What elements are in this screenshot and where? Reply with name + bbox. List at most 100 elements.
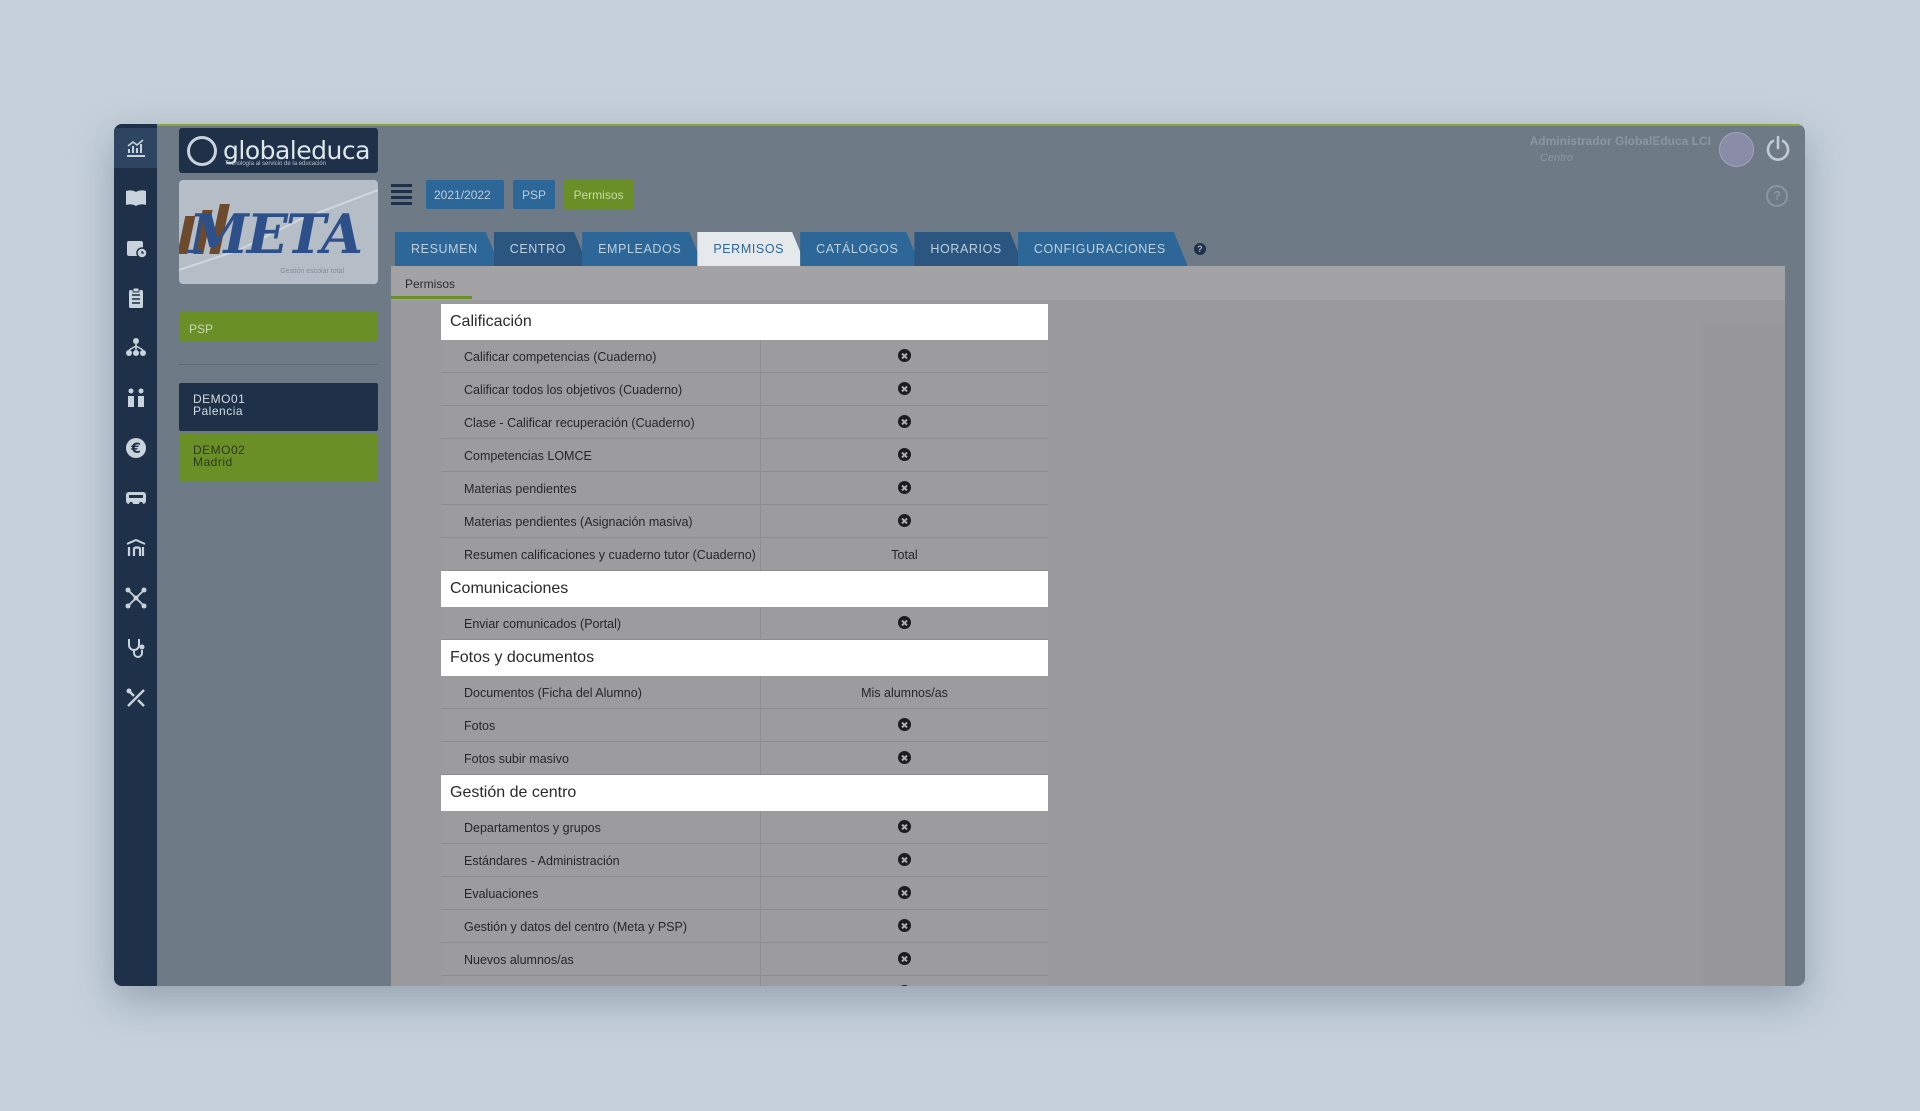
book-icon[interactable] bbox=[114, 178, 157, 218]
icon-rail: € bbox=[114, 124, 157, 986]
euro-icon[interactable]: € bbox=[114, 428, 157, 468]
permission-value-denied[interactable] bbox=[761, 607, 1048, 639]
globaleduca-logo[interactable]: globaleduca Tecnología al servicio de la… bbox=[179, 128, 378, 173]
table-row: Clase - Calificar recuperación (Cuaderno… bbox=[441, 406, 1048, 439]
denied-x-icon bbox=[898, 919, 911, 932]
permission-value-denied[interactable] bbox=[761, 844, 1048, 876]
permissions-table: Calificación Calificar competencias (Cuad… bbox=[441, 304, 1048, 986]
breadcrumb-section[interactable]: Permisos bbox=[563, 180, 634, 209]
brand-tagline: Tecnología al servicio de la educación bbox=[225, 161, 327, 167]
denied-x-icon bbox=[898, 415, 911, 428]
tab-empleados[interactable]: EMPLEADOS bbox=[582, 232, 703, 266]
meta-logo-subtitle: Gestión escolar total bbox=[280, 268, 344, 275]
svg-text:€: € bbox=[130, 441, 141, 457]
power-icon[interactable] bbox=[1763, 134, 1793, 164]
permission-value-denied[interactable] bbox=[761, 877, 1048, 909]
network-icon[interactable] bbox=[114, 578, 157, 618]
permission-value-denied[interactable] bbox=[761, 340, 1048, 372]
app-window: € globaleduca Tecnología al servicio de … bbox=[114, 124, 1805, 986]
permission-value-denied[interactable] bbox=[761, 472, 1048, 504]
top-accent-line bbox=[114, 124, 1805, 126]
denied-x-icon bbox=[898, 985, 911, 986]
denied-x-icon bbox=[898, 616, 911, 629]
bus-icon[interactable] bbox=[114, 478, 157, 518]
table-row: Gestión y datos del centro (Meta y PSP) bbox=[441, 910, 1048, 943]
calendar-icon[interactable] bbox=[114, 228, 157, 268]
tab-resumen[interactable]: RESUMEN bbox=[395, 232, 500, 266]
hierarchy-icon[interactable] bbox=[114, 328, 157, 368]
permission-name: Departamentos y grupos bbox=[441, 811, 761, 843]
stethoscope-icon[interactable] bbox=[114, 628, 157, 668]
tab-centro[interactable]: CENTRO bbox=[494, 232, 588, 266]
permission-value-denied[interactable] bbox=[761, 742, 1048, 774]
denied-x-icon bbox=[898, 751, 911, 764]
breadcrumb-app[interactable]: PSP bbox=[513, 180, 555, 209]
people-icon[interactable] bbox=[114, 378, 157, 418]
meta-product-logo: META Gestión escolar total bbox=[179, 180, 378, 284]
breadcrumb-year[interactable]: 2021/2022 bbox=[426, 180, 504, 209]
table-row: Documentos (Ficha del Alumno) Mis alumnos… bbox=[441, 676, 1048, 709]
dashboard-chart-icon[interactable] bbox=[114, 128, 157, 168]
permission-value-denied[interactable] bbox=[761, 943, 1048, 975]
denied-x-icon bbox=[898, 853, 911, 866]
permission-name: Evaluaciones bbox=[441, 877, 761, 909]
permission-value[interactable]: Mis alumnos/as bbox=[761, 676, 1048, 708]
subtab-active-indicator bbox=[391, 296, 472, 299]
permission-value-denied[interactable] bbox=[761, 373, 1048, 405]
center-item-demo01[interactable]: DEMO01 Palencia bbox=[179, 383, 378, 431]
help-icon[interactable]: ? bbox=[1766, 185, 1788, 207]
scroll-area-strip bbox=[1703, 321, 1785, 986]
table-row: Materias pendientes (Asignación masiva) bbox=[441, 505, 1048, 538]
denied-x-icon bbox=[898, 820, 911, 833]
tabs-help-icon[interactable]: ? bbox=[1193, 243, 1206, 255]
denied-x-icon bbox=[898, 952, 911, 965]
table-row: Departamentos y grupos bbox=[441, 811, 1048, 844]
tab-catalogos[interactable]: CATÁLOGOS bbox=[800, 232, 920, 266]
permission-name: Fotos subir masivo bbox=[441, 742, 761, 774]
table-row: Calificar todos los objetivos (Cuaderno) bbox=[441, 373, 1048, 406]
permission-value-denied[interactable] bbox=[761, 505, 1048, 537]
tab-horarios[interactable]: HORARIOS bbox=[914, 232, 1023, 266]
center-city: Palencia bbox=[193, 404, 244, 418]
permission-value-denied[interactable] bbox=[761, 811, 1048, 843]
permission-name: Clase - Calificar recuperación (Cuaderno… bbox=[441, 406, 761, 438]
denied-x-icon bbox=[898, 514, 911, 527]
denied-x-icon bbox=[898, 886, 911, 899]
permission-name: Documentos (Ficha del Alumno) bbox=[441, 676, 761, 708]
permission-value-denied[interactable] bbox=[761, 910, 1048, 942]
menu-toggle-icon[interactable] bbox=[391, 184, 412, 206]
user-role: Centro bbox=[1540, 152, 1574, 164]
table-row: Evaluaciones bbox=[441, 877, 1048, 910]
denied-x-icon bbox=[898, 382, 911, 395]
table-row: Fotos bbox=[441, 709, 1048, 742]
subtab-permisos[interactable]: Permisos bbox=[391, 266, 472, 300]
denied-x-icon bbox=[898, 349, 911, 362]
table-row: Resumen calificaciones y cuaderno tutor … bbox=[441, 538, 1048, 571]
main-tabs: RESUMEN CENTRO EMPLEADOS PERMISOS CATÁLO… bbox=[395, 232, 1206, 266]
permission-name: Competencias LOMCE bbox=[441, 439, 761, 471]
denied-x-icon bbox=[898, 448, 911, 461]
permission-name: Promoción alumno bbox=[441, 976, 761, 986]
table-row: Estándares - Administración bbox=[441, 844, 1048, 877]
table-row: Calificar competencias (Cuaderno) bbox=[441, 340, 1048, 373]
permission-name: Nuevos alumnos/as bbox=[441, 943, 761, 975]
permission-name: Calificar competencias (Cuaderno) bbox=[441, 340, 761, 372]
tools-icon[interactable] bbox=[114, 678, 157, 718]
meta-logo-text: META bbox=[189, 202, 363, 266]
clipboard-icon[interactable] bbox=[114, 278, 157, 318]
permission-value-denied[interactable] bbox=[761, 439, 1048, 471]
tab-permisos[interactable]: PERMISOS bbox=[697, 232, 806, 266]
permission-value-denied[interactable] bbox=[761, 709, 1048, 741]
tab-configuraciones[interactable]: CONFIGURACIONES bbox=[1018, 232, 1188, 266]
center-city: Madrid bbox=[193, 455, 233, 469]
permission-value-denied[interactable] bbox=[761, 976, 1048, 986]
permission-value[interactable]: Total bbox=[761, 538, 1048, 570]
center-item-demo02[interactable]: DEMO02 Madrid bbox=[179, 434, 378, 482]
app-label-psp: PSP bbox=[179, 311, 378, 341]
permission-name: Calificar todos los objetivos (Cuaderno) bbox=[441, 373, 761, 405]
permission-name: Materias pendientes (Asignación masiva) bbox=[441, 505, 761, 537]
avatar[interactable] bbox=[1719, 132, 1754, 167]
classroom-icon[interactable] bbox=[114, 528, 157, 568]
permission-value-denied[interactable] bbox=[761, 406, 1048, 438]
table-row: Fotos subir masivo bbox=[441, 742, 1048, 775]
